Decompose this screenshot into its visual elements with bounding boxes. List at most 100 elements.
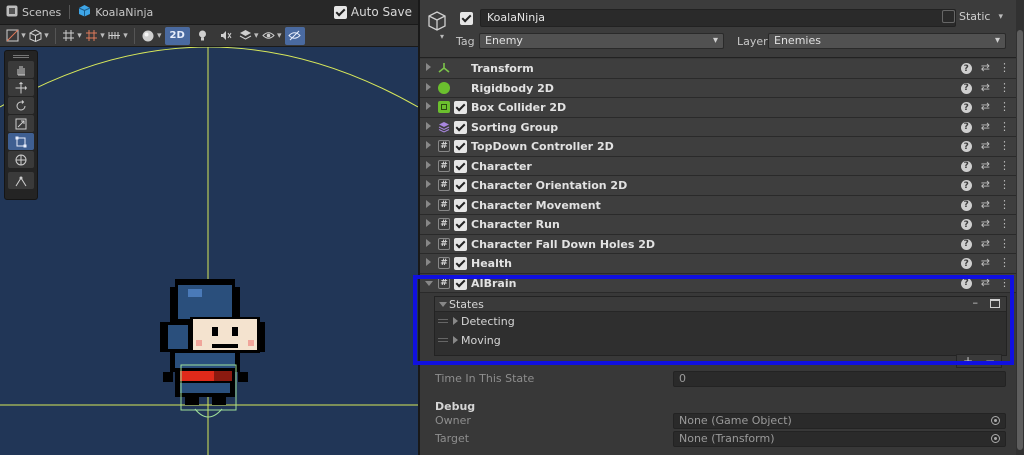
hidden-objects-dropdown[interactable]: [262, 27, 282, 45]
help-icon[interactable]: ?: [960, 238, 972, 250]
preset-icon[interactable]: ⇄: [981, 198, 990, 211]
tag-dropdown[interactable]: Enemy: [479, 33, 724, 49]
help-icon[interactable]: ?: [960, 219, 972, 230]
component-box-collider-2d[interactable]: Box Collider 2D ? ⇄ ⋮: [420, 98, 1016, 118]
remove-state-icon[interactable]: −: [985, 354, 995, 368]
help-icon[interactable]: ?: [960, 180, 972, 191]
shading-dropdown[interactable]: [29, 27, 49, 45]
tools-overlay-grip[interactable]: [13, 55, 29, 58]
context-menu-icon[interactable]: ⋮: [999, 159, 1010, 172]
preset-icon[interactable]: ⇄: [981, 178, 990, 191]
component-character-orientation-2d[interactable]: # Character Orientation 2D ? ⇄ ⋮: [420, 176, 1016, 196]
foldout-arrow-icon[interactable]: [426, 160, 431, 169]
preset-icon[interactable]: ⇄: [981, 256, 990, 269]
gameobject-active-checkbox[interactable]: [460, 12, 473, 25]
component-sorting-group[interactable]: Sorting Group ? ⇄ ⋮: [420, 117, 1016, 137]
snap-dropdown[interactable]: [62, 27, 82, 45]
collapse-icon[interactable]: –: [973, 296, 979, 309]
hand-tool-button[interactable]: [8, 61, 34, 78]
scale-tool-button[interactable]: [8, 115, 34, 132]
preset-icon[interactable]: ⇄: [981, 217, 990, 230]
component-character-fall-down-holes-2d[interactable]: # Character Fall Down Holes 2D ? ⇄ ⋮: [420, 234, 1016, 254]
layer-dropdown[interactable]: Enemies: [768, 33, 1006, 49]
grid-dropdown[interactable]: [85, 27, 105, 45]
foldout-arrow-icon[interactable]: [426, 258, 431, 266]
scenes-tab[interactable]: Scenes: [0, 0, 67, 25]
preset-icon[interactable]: ⇄: [981, 120, 990, 133]
help-icon[interactable]: ?: [960, 277, 972, 289]
component-enabled-checkbox[interactable]: [454, 276, 467, 290]
component-character-run[interactable]: # Character Run ? ⇄ ⋮: [420, 215, 1016, 235]
gameobject-name-field[interactable]: KoalaNinja: [480, 9, 956, 27]
component-character[interactable]: # Character ? ⇄ ⋮: [420, 156, 1016, 176]
move-tool-button[interactable]: [8, 79, 34, 96]
scrollbar-thumb[interactable]: [1017, 30, 1023, 450]
help-icon[interactable]: ?: [960, 141, 972, 152]
foldout-arrow-icon[interactable]: [426, 238, 431, 247]
component-enabled-checkbox[interactable]: [454, 198, 467, 212]
context-menu-icon[interactable]: ⋮: [999, 237, 1010, 250]
static-checkbox[interactable]: [942, 10, 955, 23]
preset-icon[interactable]: ⇄: [981, 159, 990, 172]
foldout-arrow-icon[interactable]: [426, 219, 431, 227]
context-menu-icon[interactable]: ⋮: [999, 139, 1010, 152]
help-icon[interactable]: ?: [960, 121, 972, 133]
component-topdown-controller-2d[interactable]: # TopDown Controller 2D ? ⇄ ⋮: [420, 137, 1016, 157]
foldout-arrow-icon[interactable]: [425, 280, 433, 286]
gameobject-cube-icon[interactable]: ▾: [426, 10, 448, 41]
component-health[interactable]: # Health ? ⇄ ⋮: [420, 254, 1016, 274]
foldout-arrow-icon[interactable]: [426, 102, 431, 110]
lighting-toggle[interactable]: [193, 27, 213, 45]
component-rigidbody-2d[interactable]: Rigidbody 2D ? ⇄ ⋮: [420, 78, 1016, 98]
component-transform[interactable]: Transform ? ⇄ ⋮: [420, 59, 1016, 79]
component-enabled-checkbox[interactable]: [454, 140, 467, 153]
foldout-arrow-icon[interactable]: [426, 121, 431, 130]
context-menu-icon[interactable]: ⋮: [999, 276, 1010, 289]
help-icon[interactable]: ?: [960, 63, 972, 74]
inspector-scrollbar[interactable]: [1016, 0, 1024, 455]
custom-editor-tool-button[interactable]: [8, 172, 34, 189]
auto-save-toggle[interactable]: Auto Save: [333, 5, 412, 19]
help-icon[interactable]: ?: [960, 102, 972, 113]
component-character-movement[interactable]: # Character Movement ? ⇄ ⋮: [420, 195, 1016, 215]
preset-icon[interactable]: ⇄: [981, 139, 990, 152]
toggle-2d-button[interactable]: 2D: [164, 26, 190, 45]
draw-mode-dropdown[interactable]: [6, 27, 26, 45]
static-dropdown-caret[interactable]: ▾: [998, 12, 1003, 22]
audio-toggle[interactable]: [216, 27, 236, 45]
component-enabled-checkbox[interactable]: [454, 237, 467, 251]
component-enabled-checkbox[interactable]: [454, 257, 467, 270]
static-toggle[interactable]: Static ▾: [942, 10, 1003, 23]
rect-tool-button[interactable]: [8, 133, 34, 150]
add-state-icon[interactable]: +: [963, 354, 973, 368]
foldout-arrow-icon[interactable]: [426, 199, 431, 208]
foldout-arrow-icon[interactable]: [426, 63, 431, 71]
owner-field[interactable]: None (Game Object): [673, 413, 1006, 429]
drag-handle-icon[interactable]: [438, 338, 448, 342]
state-item[interactable]: Detecting: [435, 312, 1006, 331]
context-menu-icon[interactable]: ⋮: [999, 100, 1010, 113]
increment-snap-dropdown[interactable]: [108, 27, 128, 45]
effects-dropdown[interactable]: [239, 27, 259, 45]
help-icon[interactable]: ?: [960, 160, 972, 172]
component-enabled-checkbox[interactable]: [454, 159, 467, 173]
foldout-arrow-icon[interactable]: [426, 82, 431, 91]
auto-save-checkbox[interactable]: [333, 5, 347, 19]
foldout-arrow-icon[interactable]: [426, 180, 431, 188]
help-icon[interactable]: ?: [960, 82, 972, 94]
component-aibrain[interactable]: # AIBrain ? ⇄ ⋮: [420, 273, 1016, 293]
context-menu-icon[interactable]: ⋮: [999, 120, 1010, 133]
preset-icon[interactable]: ⇄: [981, 61, 990, 74]
foldout-arrow-icon[interactable]: [453, 317, 458, 325]
transform-tool-button[interactable]: [8, 151, 34, 168]
preset-icon[interactable]: ⇄: [981, 81, 990, 94]
foldout-arrow-icon[interactable]: [439, 302, 447, 307]
foldout-arrow-icon[interactable]: [426, 141, 431, 149]
object-picker-icon[interactable]: [991, 416, 1000, 425]
context-menu-icon[interactable]: ⋮: [999, 178, 1010, 191]
component-enabled-checkbox[interactable]: [454, 179, 467, 192]
preset-icon[interactable]: ⇄: [981, 237, 990, 250]
maximize-icon[interactable]: [990, 299, 1000, 308]
drag-handle-icon[interactable]: [438, 319, 448, 323]
state-item[interactable]: Moving: [435, 331, 1006, 350]
